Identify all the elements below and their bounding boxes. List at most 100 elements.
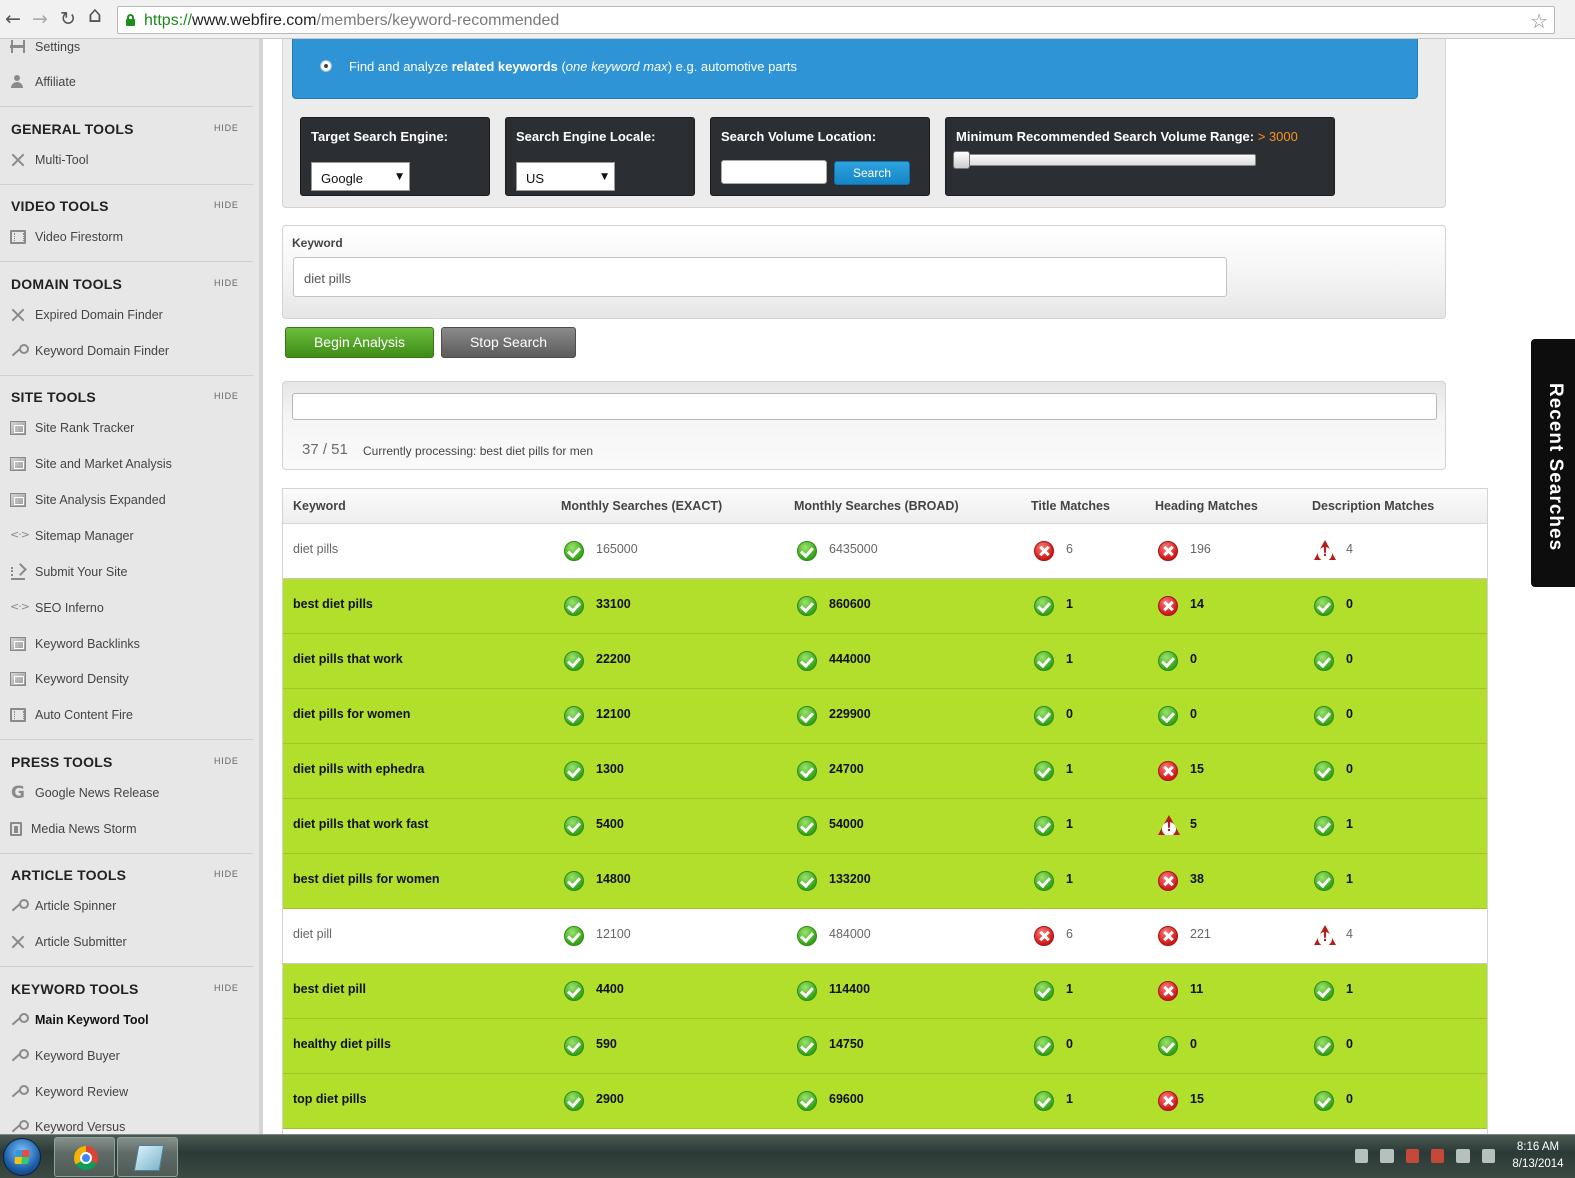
- sidebar-item-keyword-review[interactable]: Keyword Review: [10, 1082, 128, 1102]
- key-icon: [10, 1120, 29, 1134]
- table-row[interactable]: healthy diet pills 590 14750 0 0 0: [283, 1019, 1487, 1074]
- sidebar-item-seo-inferno[interactable]: SEO Inferno: [10, 598, 104, 618]
- desc-cell: 4: [1346, 927, 1353, 941]
- sidebar-item-keyword-domain-finder[interactable]: Keyword Domain Finder: [10, 341, 169, 361]
- sidebar-item-sitemap-manager[interactable]: Sitemap Manager: [10, 526, 134, 546]
- related-keywords-radio[interactable]: [320, 60, 332, 72]
- table-row[interactable]: best diet pill 4400 114400 1 11 1: [283, 964, 1487, 1019]
- recent-searches-tab[interactable]: Recent Searches: [1531, 339, 1575, 587]
- sidebar-item-affiliate[interactable]: Affiliate: [10, 72, 76, 92]
- home-icon[interactable]: ⌂: [88, 5, 102, 27]
- table-row[interactable]: best diet pills 33100 860600 1 14 0: [283, 579, 1487, 634]
- taskbar-notepad-button[interactable]: [117, 1137, 178, 1177]
- code-icon: [10, 600, 29, 615]
- table-row[interactable]: diet pills that work 22200 444000 1 0 0: [283, 634, 1487, 689]
- sidebar-item-media-news-storm[interactable]: Media News Storm: [10, 819, 137, 839]
- sidebar-item-article-spinner[interactable]: Article Spinner: [10, 896, 116, 916]
- tools-icon: [10, 935, 26, 949]
- keyword-input[interactable]: diet pills: [293, 257, 1227, 297]
- column-header-exact[interactable]: Monthly Searches (EXACT): [561, 499, 722, 513]
- key-icon: [10, 344, 29, 358]
- divider: [0, 739, 253, 740]
- taskbar-chrome-button[interactable]: [54, 1137, 115, 1177]
- hide-general-tools[interactable]: HIDE: [214, 123, 239, 133]
- table-row[interactable]: diet pill 12100 484000 6 221 4: [283, 909, 1487, 964]
- sidebar-item-keyword-density[interactable]: Keyword Density: [10, 669, 129, 689]
- sidebar-item-site-and-market-analysis[interactable]: Site and Market Analysis: [10, 454, 172, 474]
- volume-slider-handle[interactable]: [953, 151, 970, 169]
- volume-location-input[interactable]: [721, 160, 827, 184]
- divider: [0, 375, 253, 376]
- column-header-keyword[interactable]: Keyword: [293, 499, 346, 513]
- volume-range-slider[interactable]: [956, 154, 1256, 166]
- sidebar-item-article-submitter[interactable]: Article Submitter: [10, 932, 127, 952]
- address-bar[interactable]: https://www.webfire.com/members/keyword-…: [117, 6, 1555, 34]
- sidebar-item-video-firestorm[interactable]: Video Firestorm: [10, 227, 123, 247]
- speaker-icon[interactable]: [1405, 1149, 1419, 1163]
- column-header-heading-matches[interactable]: Heading Matches: [1155, 499, 1258, 513]
- sidebar-item-auto-content-fire[interactable]: Auto Content Fire: [10, 705, 133, 725]
- broad-cell: 133200: [829, 872, 871, 886]
- table-row[interactable]: diet pills that work fast 5400 54000 1 5 1: [283, 799, 1487, 854]
- hide-domain-tools[interactable]: HIDE: [214, 278, 239, 288]
- reload-icon[interactable]: ↻: [60, 8, 76, 30]
- sidebar-item-settings[interactable]: Settings: [10, 39, 80, 57]
- notification-icon[interactable]: [1355, 1149, 1369, 1163]
- display-icon[interactable]: [1456, 1149, 1470, 1163]
- locale-box: Search Engine Locale: US ▼: [505, 117, 695, 196]
- taskbar-clock[interactable]: 8:16 AM 8/13/2014: [1505, 1139, 1571, 1173]
- location-search-button[interactable]: Search: [834, 161, 910, 185]
- column-header-broad[interactable]: Monthly Searches (BROAD): [794, 499, 959, 513]
- sidebar-item-multi-tool[interactable]: Multi-Tool: [10, 150, 89, 170]
- desc-cell: 0: [1346, 1037, 1353, 1051]
- sidebar-item-submit-your-site[interactable]: Submit Your Site: [10, 562, 127, 582]
- hide-video-tools[interactable]: HIDE: [214, 200, 239, 210]
- volume-icon[interactable]: [1481, 1149, 1495, 1163]
- begin-analysis-button[interactable]: Begin Analysis: [285, 327, 434, 358]
- film-icon: [10, 708, 26, 722]
- hide-keyword-tools[interactable]: HIDE: [214, 983, 239, 993]
- action-center-icon[interactable]: [1430, 1149, 1445, 1163]
- x-icon: [1158, 761, 1178, 781]
- stop-search-button[interactable]: Stop Search: [441, 327, 576, 358]
- sidebar-item-site-analysis-expanded[interactable]: Site Analysis Expanded: [10, 490, 166, 510]
- sidebar-item-keyword-buyer[interactable]: Keyword Buyer: [10, 1046, 120, 1066]
- title-cell: 1: [1066, 1092, 1073, 1106]
- table-row[interactable]: diet pills for women 12100 229900 0 0 0: [283, 689, 1487, 744]
- network-icon[interactable]: [1380, 1149, 1394, 1163]
- sidebar-item-keyword-backlinks[interactable]: Keyword Backlinks: [10, 634, 140, 654]
- key-icon: [10, 1013, 29, 1027]
- desc-cell: 4: [1346, 542, 1353, 556]
- bookmark-star-icon[interactable]: ☆: [1530, 9, 1548, 33]
- sidebar-item-site-rank-tracker[interactable]: Site Rank Tracker: [10, 418, 134, 438]
- hide-site-tools[interactable]: HIDE: [214, 391, 239, 401]
- sidebar-item-expired-domain-finder[interactable]: Expired Domain Finder: [10, 305, 163, 325]
- table-row[interactable]: diet pills with ephedra 1300 24700 1 15 0: [283, 744, 1487, 799]
- url-text[interactable]: https://www.webfire.com/members/keyword-…: [144, 11, 559, 30]
- table-row[interactable]: diet pills 165000 6435000 6 196 4: [283, 524, 1487, 579]
- sidebar-item-keyword-versus[interactable]: Keyword Versus: [10, 1117, 125, 1134]
- volume-range-box: Minimum Recommended Search Volume Range:…: [945, 117, 1335, 196]
- table-row[interactable]: top diet pills 2900 69600 1 15 0: [283, 1074, 1487, 1129]
- forward-icon[interactable]: →: [32, 8, 48, 30]
- hide-article-tools[interactable]: HIDE: [214, 869, 239, 879]
- back-icon[interactable]: ←: [5, 8, 21, 30]
- check-icon: [1034, 1036, 1054, 1056]
- column-header-title-matches[interactable]: Title Matches: [1031, 499, 1110, 513]
- start-button[interactable]: [3, 1138, 41, 1176]
- keyword-cell: best diet pill: [293, 982, 366, 996]
- image-icon: [10, 637, 26, 651]
- table-row[interactable]: best diet pills for women 14800 133200 1 38 1: [283, 854, 1487, 909]
- heading-cell: 11: [1190, 982, 1204, 996]
- divider: [0, 966, 253, 967]
- desc-cell: 0: [1346, 762, 1353, 776]
- hide-press-tools[interactable]: HIDE: [214, 756, 239, 766]
- column-header-description-matches[interactable]: Description Matches: [1312, 499, 1434, 513]
- image-icon: [10, 493, 26, 507]
- section-title-press-tools: PRESS TOOLS: [11, 754, 113, 770]
- sidebar-item-main-keyword-tool[interactable]: Main Keyword Tool: [10, 1010, 149, 1030]
- sidebar-item-google-news-release[interactable]: Google News Release: [10, 783, 159, 803]
- search-engine-select[interactable]: Google ▼: [311, 162, 410, 191]
- x-icon: [1158, 596, 1178, 616]
- locale-select[interactable]: US ▼: [516, 162, 615, 191]
